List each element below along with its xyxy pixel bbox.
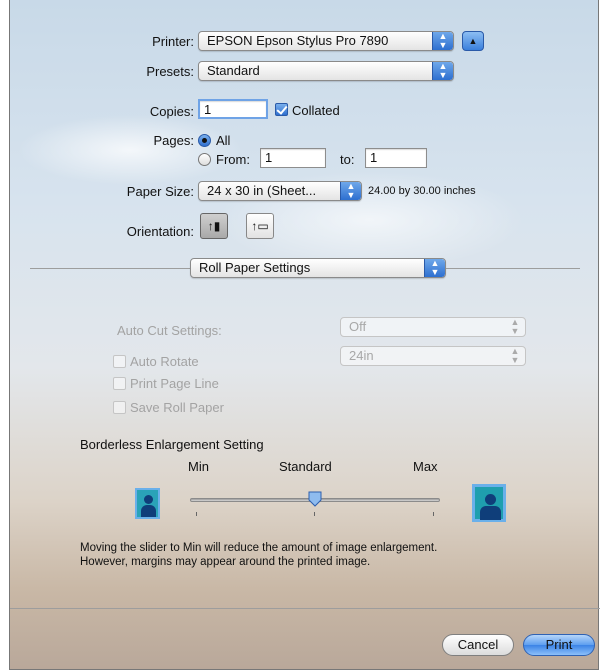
copies-label: Copies: <box>149 104 194 119</box>
separator-right <box>446 268 580 269</box>
presets-value: Standard <box>207 63 260 78</box>
printer-value: EPSON Epson Stylus Pro 7890 <box>207 33 389 48</box>
cancel-button[interactable]: Cancel <box>442 634 514 656</box>
print-page-line-checkbox[interactable] <box>113 377 126 390</box>
updown-arrows-icon: ▲ ▼ <box>432 32 453 50</box>
pages-to-input[interactable]: 1 <box>365 148 427 168</box>
enlargement-slider[interactable] <box>190 491 440 516</box>
pages-all-label: All <box>216 133 231 148</box>
panel-value: Roll Paper Settings <box>199 260 311 275</box>
updown-arrows-icon: ▲ ▼ <box>510 346 520 365</box>
slider-max-label: Max <box>413 459 438 474</box>
updown-arrows-icon: ▲ ▼ <box>424 259 445 277</box>
printer-label: Printer: <box>152 34 194 49</box>
paper-size-value: 24 x 30 in (Sheet... <box>207 183 317 198</box>
print-button[interactable]: Print <box>523 634 595 656</box>
bottom-separator <box>10 608 600 609</box>
auto-cut-label: Auto Cut Settings: <box>117 323 222 338</box>
auto-cut-value: Off <box>349 319 367 334</box>
slider-tick-max <box>433 512 434 516</box>
save-roll-paper-checkbox[interactable] <box>113 401 126 414</box>
presets-label: Presets: <box>146 64 194 79</box>
small-image-icon <box>135 488 160 519</box>
landscape-person-icon: ↑▭ <box>251 219 269 233</box>
printer-select[interactable]: EPSON Epson Stylus Pro 7890 ▲ ▼ <box>198 31 454 51</box>
paper-dimensions: 24.00 by 30.00 inches <box>368 185 476 197</box>
slider-min-label: Min <box>188 459 209 474</box>
copies-input[interactable]: 1 <box>198 99 268 119</box>
auto-rotate-label: Auto Rotate <box>130 354 199 369</box>
auto-cut-select[interactable]: Off ▲ ▼ <box>340 317 526 337</box>
borderless-title: Borderless Enlargement Setting <box>80 437 264 452</box>
collated-checkbox[interactable] <box>275 103 288 116</box>
slider-tick-min <box>196 512 197 516</box>
help-line-2: However, margins may appear around the p… <box>80 556 371 568</box>
print-dialog: Printer: EPSON Epson Stylus Pro 7890 ▲ ▼ … <box>9 0 600 670</box>
auto-rotate-value: 24in <box>349 348 374 363</box>
landscape-orientation-button[interactable]: ↑▭ <box>246 213 274 239</box>
paper-size-label: Paper Size: <box>126 184 194 199</box>
slider-standard-label: Standard <box>279 459 332 474</box>
portrait-orientation-button[interactable]: ↑▮ <box>200 213 228 239</box>
pages-all-radio[interactable] <box>198 134 211 147</box>
borderless-help-text: Moving the slider to Min will reduce the… <box>80 541 580 569</box>
save-roll-paper-label: Save Roll Paper <box>130 400 224 415</box>
auto-rotate-checkbox[interactable] <box>113 355 126 368</box>
pages-from-label: From: <box>216 152 250 167</box>
pages-from-radio[interactable] <box>198 153 211 166</box>
collated-label: Collated <box>292 103 340 118</box>
paper-size-select[interactable]: 24 x 30 in (Sheet... ▲ ▼ <box>198 181 362 201</box>
updown-arrows-icon: ▲ ▼ <box>340 182 361 200</box>
pages-from-input[interactable]: 1 <box>260 148 326 168</box>
updown-arrows-icon: ▲ ▼ <box>510 317 520 336</box>
updown-arrows-icon: ▲ ▼ <box>432 62 453 80</box>
pages-to-label: to: <box>340 152 355 167</box>
help-line-1: Moving the slider to Min will reduce the… <box>80 542 438 554</box>
auto-rotate-select[interactable]: 24in ▲ ▼ <box>340 346 526 366</box>
portrait-person-icon: ↑▮ <box>207 219 221 233</box>
slider-thumb[interactable] <box>307 491 323 507</box>
separator-left <box>30 268 190 269</box>
print-page-line-label: Print Page Line <box>130 376 219 391</box>
expand-toggle-button[interactable]: ▲ <box>462 31 484 51</box>
pages-label: Pages: <box>153 133 194 148</box>
panel-select[interactable]: Roll Paper Settings ▲ ▼ <box>190 258 446 278</box>
orientation-label: Orientation: <box>126 224 194 239</box>
large-image-icon <box>472 484 506 522</box>
presets-select[interactable]: Standard ▲ ▼ <box>198 61 454 81</box>
slider-tick-standard <box>314 512 315 516</box>
